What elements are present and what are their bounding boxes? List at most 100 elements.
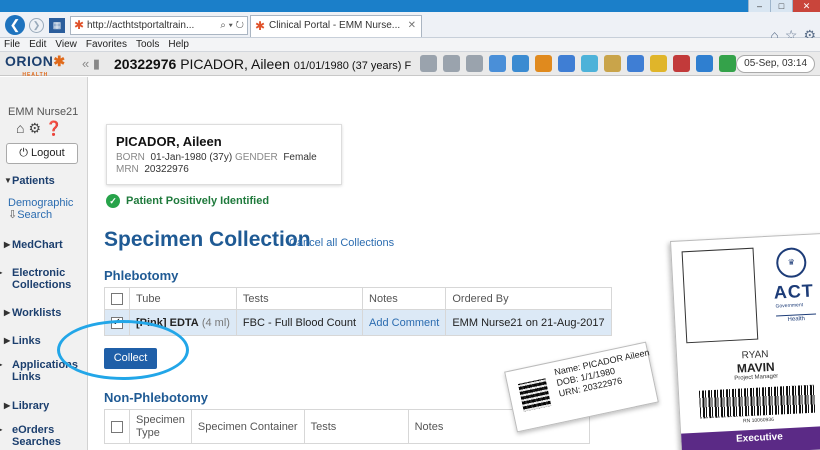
check-circle-icon: ✓ — [106, 194, 120, 208]
back-button[interactable]: ❮ — [5, 15, 25, 35]
cancel-all-collections-link[interactable]: Cancel all Collections — [289, 237, 394, 249]
menu-tools[interactable]: Tools — [136, 38, 159, 51]
user-name: EMM Nurse21 — [8, 106, 79, 118]
menu-edit[interactable]: Edit — [29, 38, 46, 51]
menu-help[interactable]: Help — [168, 38, 189, 51]
browser-tab[interactable]: ✱ Clinical Portal - EMM Nurse... ✕ — [250, 15, 422, 37]
badge-org: ACT — [773, 280, 815, 303]
header-mrn: 20322976 — [114, 56, 177, 72]
address-tools-icon[interactable]: ⌕ ▾ ↻ — [220, 17, 244, 34]
column-header-tests: Tests — [303, 409, 409, 444]
help-icon[interactable] — [627, 55, 644, 72]
caret-right-icon: ▶ — [0, 267, 12, 279]
badge-dept: Health — [776, 313, 817, 324]
folder-icon[interactable] — [535, 55, 552, 72]
menu-favorites[interactable]: Favorites — [86, 38, 127, 51]
address-bar[interactable]: ✱ http://acthtstportaltrain... ⌕ ▾ ↻ — [70, 16, 248, 35]
page-icon[interactable]: ▦ — [49, 18, 65, 33]
patient-card-mrn: MRN 20322976 — [116, 164, 189, 175]
ordered-by-cell: EMM Nurse21 on 21-Aug-2017 — [445, 309, 612, 336]
circle-icon[interactable] — [443, 55, 460, 72]
arrow-left-icon: ❮ — [9, 17, 21, 32]
badge-barcode — [698, 384, 817, 419]
circle-icon[interactable] — [466, 55, 483, 72]
app-header: ORION✱ HEALTH « ▮ 20322976 PICADOR, Aile… — [0, 52, 820, 78]
site-favicon-icon: ✱ — [74, 18, 85, 32]
collapse-sidebar-icon[interactable]: « ▮ — [82, 56, 100, 72]
table-header-row: Tube Tests Notes Ordered By — [104, 287, 612, 310]
flag-icon[interactable] — [696, 55, 713, 72]
menu-file[interactable]: File — [4, 38, 20, 51]
select-all-checkbox[interactable] — [111, 292, 123, 305]
select-all-checkbox[interactable] — [111, 420, 123, 433]
column-header-ordered-by: Ordered By — [445, 287, 612, 310]
coat-of-arms-icon: ♛ — [775, 246, 808, 279]
add-comment-link[interactable]: Add Comment — [369, 317, 439, 329]
printer-icon[interactable] — [420, 55, 437, 72]
menu-view[interactable]: View — [55, 38, 77, 51]
nav-eorders-searches[interactable]: ▶eOrders Searches — [0, 424, 84, 448]
highlight-annotation-circle — [57, 320, 189, 380]
nav-library[interactable]: ▶ Library — [4, 400, 49, 412]
pen-icon[interactable] — [558, 55, 575, 72]
nav-links[interactable]: ▶ Links — [4, 335, 41, 347]
select-all-cell[interactable] — [104, 409, 130, 444]
patient-card-born: BORN 01-Jan-1980 (37y) GENDER Female — [116, 152, 317, 163]
caret-right-icon: ▶ — [4, 336, 11, 345]
note-icon[interactable] — [489, 55, 506, 72]
notes-cell: Add Comment — [362, 309, 447, 336]
patient-header-banner: 20322976 PICADOR, Aileen 01/01/1980 (37 … — [114, 56, 411, 72]
browser-toolbar: ❮ ❯ ▦ ✱ http://acthtstportaltrain... ⌕ ▾… — [0, 12, 820, 43]
column-header-tube: Tube — [129, 287, 237, 310]
nav-demographic-search[interactable]: Demographic ⇩Search — [8, 197, 73, 221]
caret-right-icon: ▶ — [4, 401, 11, 410]
nav-medchart[interactable]: ▶ MedChart — [4, 239, 63, 251]
phlebotomy-table: Tube Tests Notes Ordered By ✓ [Pink] EDT… — [104, 287, 612, 336]
caret-right-icon: ▶ — [0, 359, 12, 371]
window-titlebar — [0, 0, 820, 12]
chart-icon[interactable] — [581, 55, 598, 72]
badge-government: Government — [775, 302, 804, 310]
header-dob: 01/01/1980 (37 years) F — [293, 60, 412, 72]
tab-favicon-icon: ✱ — [255, 19, 266, 33]
menu-bar: File Edit View Favorites Tools Help — [0, 38, 820, 52]
nav-patients[interactable]: ▼Patients — [4, 175, 55, 187]
nav-electronic-collections[interactable]: ▶Electronic Collections — [0, 267, 84, 291]
tests-cell: FBC - Full Blood Count — [235, 309, 364, 336]
badge-footer: Executive — [681, 425, 820, 450]
phlebotomy-heading: Phlebotomy — [104, 268, 179, 283]
power-icon: ⏻ — [19, 147, 28, 159]
header-patient-name: PICADOR, Aileen — [180, 56, 290, 72]
stethoscope-icon[interactable] — [512, 55, 529, 72]
tab-title: Clinical Portal - EMM Nurse... — [269, 20, 401, 31]
page-title: Specimen Collection — [104, 228, 311, 251]
logout-button[interactable]: ⏻ Logout — [6, 143, 78, 164]
alert-icon[interactable] — [673, 55, 690, 72]
nav-worklists[interactable]: ▶ Worklists — [4, 307, 61, 319]
select-all-cell[interactable] — [104, 287, 130, 310]
sidebar: EMM Nurse21 ⌂⚙❓ ⏻ Logout ▼Patients Demog… — [0, 77, 88, 450]
column-header-tests: Tests — [235, 287, 364, 310]
datetime-display: 05-Sep, 03:14 — [736, 55, 815, 73]
caret-right-icon: ▶ — [4, 240, 11, 249]
column-header-specimen-container: Specimen Container — [190, 409, 305, 444]
staff-id-badge: ♛ ACT Government Health RYAN MAVIN Proje… — [670, 232, 820, 450]
pencil-icon[interactable] — [650, 55, 667, 72]
table-row[interactable]: ✓ [Pink] EDTA (4 ml) FBC - Full Blood Co… — [104, 309, 612, 336]
address-text: http://acthtstportaltrain... — [87, 20, 195, 31]
forward-button[interactable]: ❯ — [29, 18, 44, 33]
column-header-notes: Notes — [362, 287, 447, 310]
badge-photo-placeholder — [681, 247, 759, 344]
scroll-icon[interactable] — [604, 55, 621, 72]
caret-down-icon: ▼ — [4, 176, 12, 185]
patient-identified-status: ✓ Patient Positively Identified — [106, 194, 269, 208]
column-header-specimen-type: Specimen Type — [129, 409, 192, 444]
user-action-icons[interactable]: ⌂⚙❓ — [16, 120, 66, 137]
patient-card-name: PICADOR, Aileen — [116, 134, 222, 149]
caret-right-icon: ▶ — [0, 424, 12, 436]
graph-icon[interactable] — [719, 55, 736, 72]
patient-card: PICADOR, Aileen BORN 01-Jan-1980 (37y) G… — [106, 124, 342, 185]
caret-right-icon: ▶ — [4, 308, 11, 317]
qr-code-pattern — [518, 378, 552, 412]
close-tab-icon[interactable]: ✕ — [408, 16, 416, 36]
